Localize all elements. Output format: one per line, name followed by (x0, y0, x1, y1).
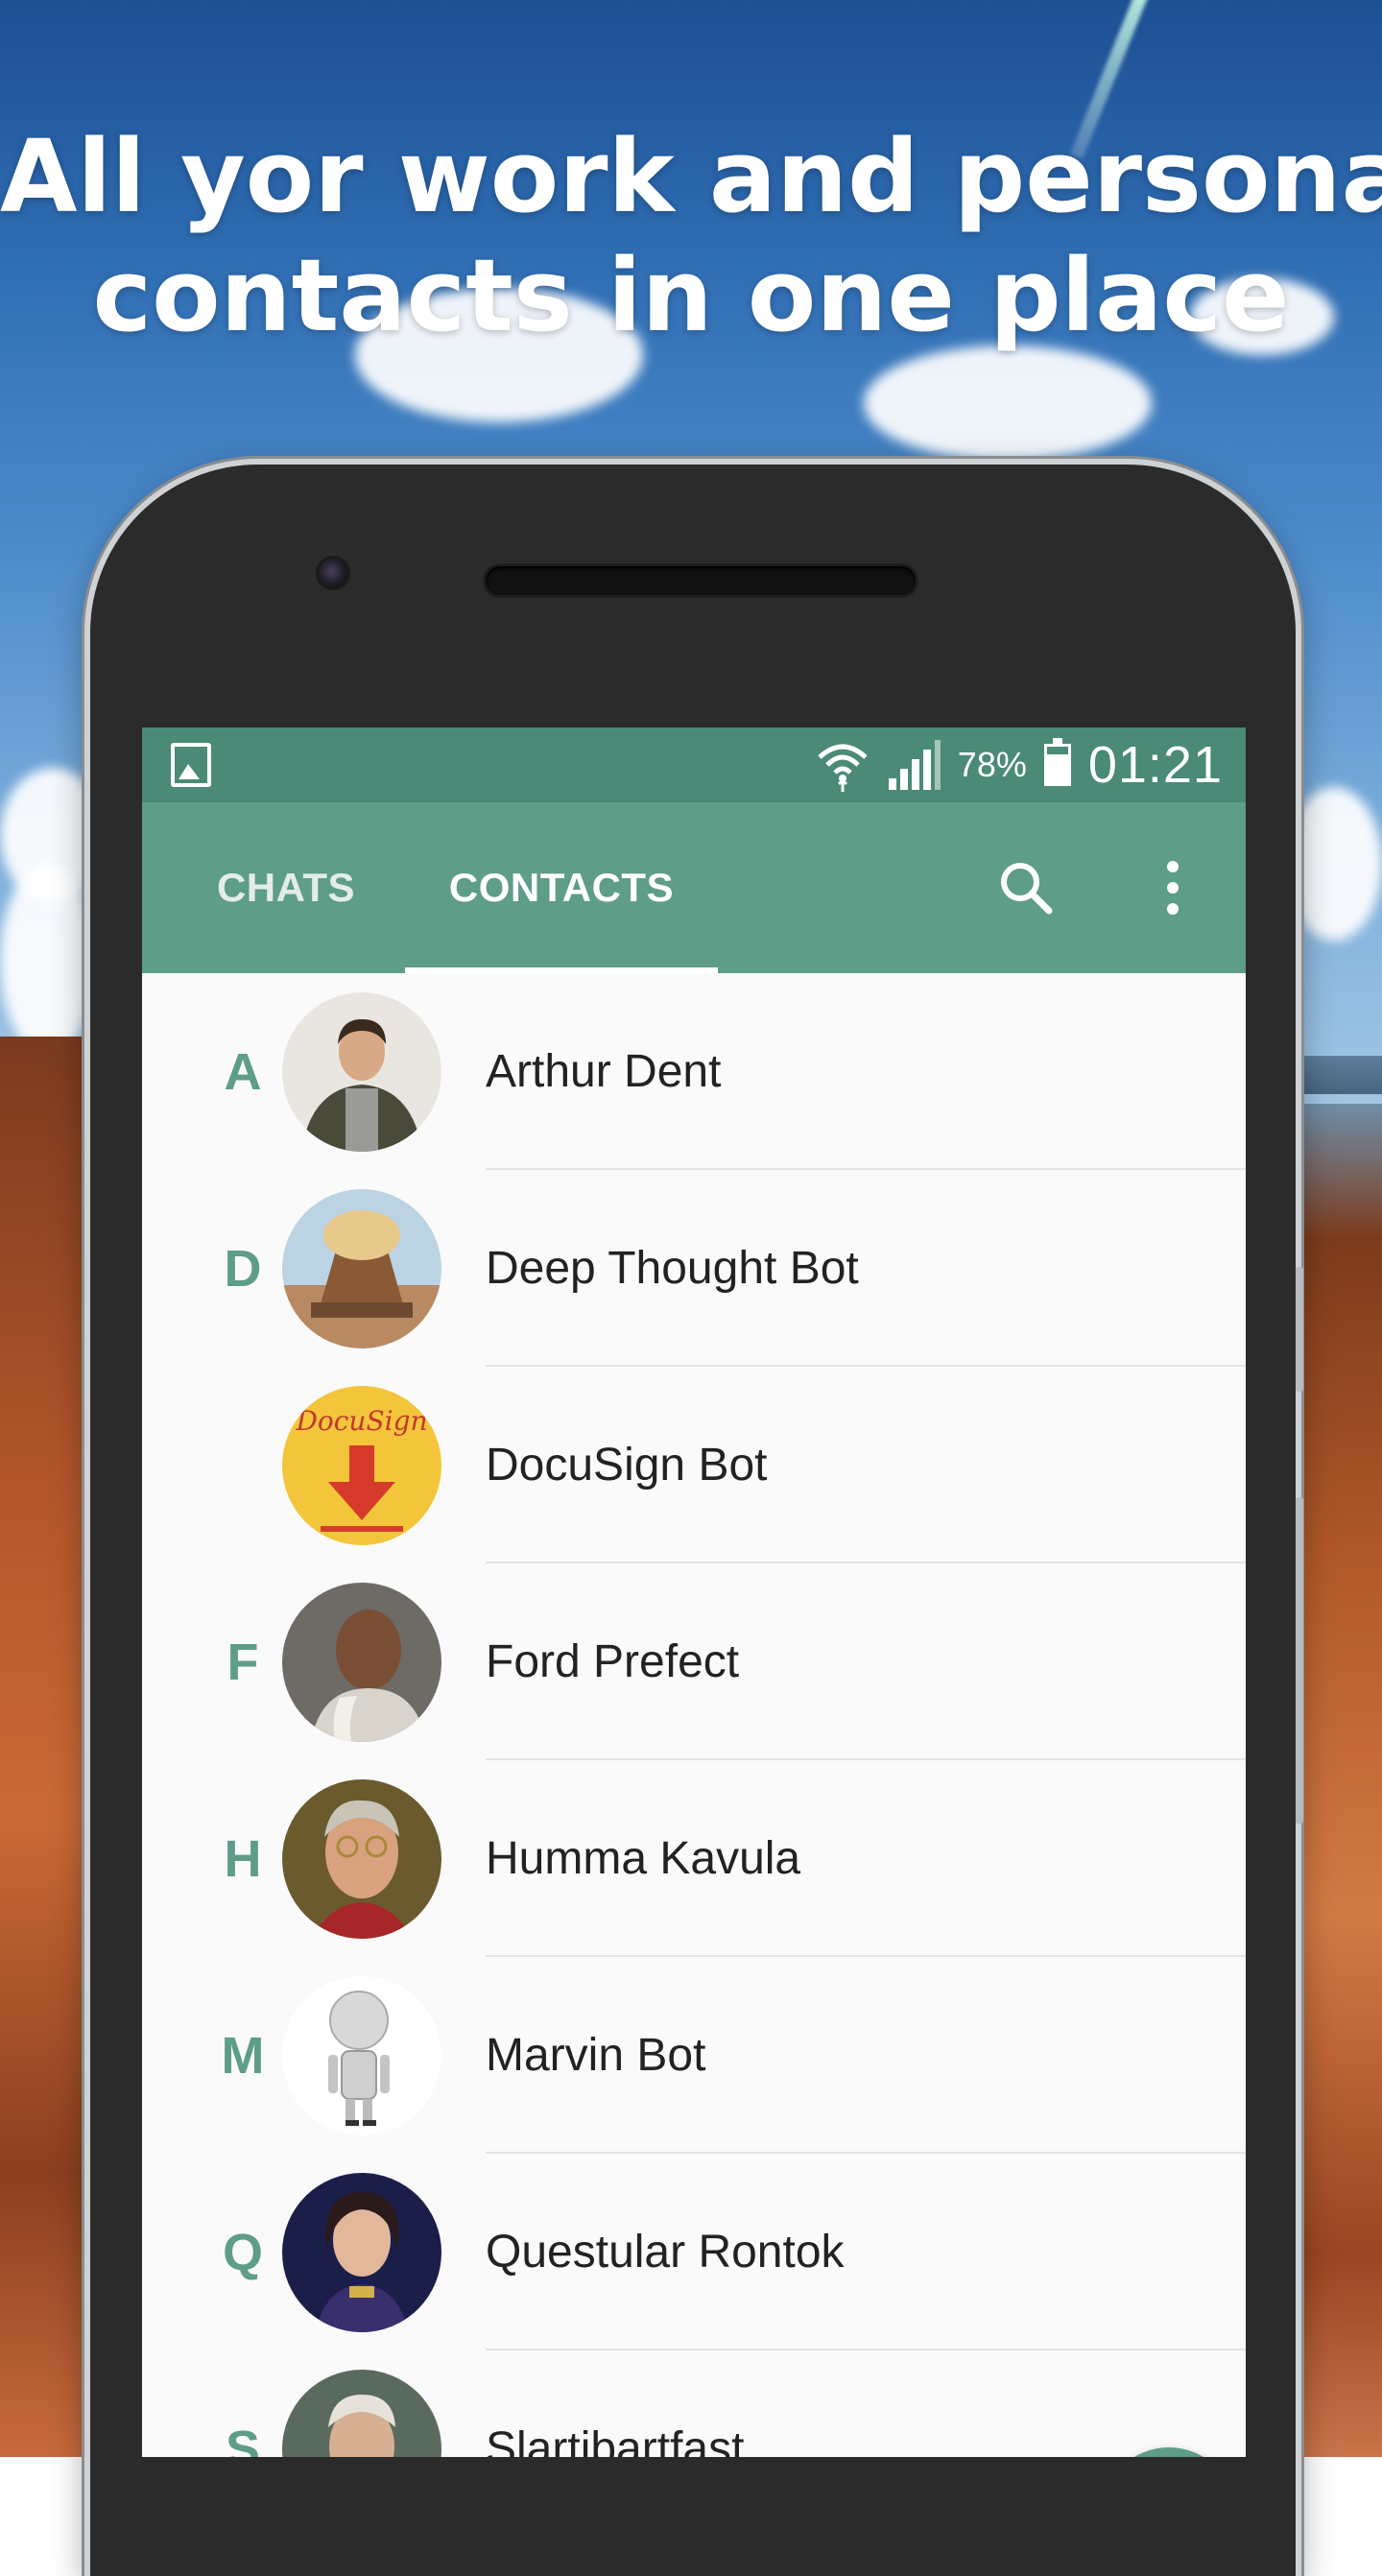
earpiece-speaker (486, 566, 916, 595)
contact-name: Slartibartfast (486, 2423, 745, 2457)
avatar-arthur-dent (282, 992, 441, 1152)
contact-row[interactable]: DocuSign DocuSign Bot (142, 1367, 1246, 1563)
headline-line-1: All yor work and personal (0, 118, 1382, 235)
contact-name: Arthur Dent (486, 1046, 722, 1097)
contact-name: Marvin Bot (486, 2030, 706, 2081)
avatar-ford-prefect (282, 1583, 441, 1742)
avatar-deep-thought-bot (282, 1189, 441, 1348)
contact-row[interactable]: M Marvin Bot (142, 1957, 1246, 2154)
phone-side-button (1296, 1267, 1303, 1392)
status-bar: 78% 01:21 (142, 727, 1246, 802)
headline: All yor work and personal contacts in on… (0, 117, 1382, 355)
cloud (1286, 787, 1382, 941)
battery-percentage: 78% (957, 745, 1027, 784)
contact-name: Questular Rontok (486, 2227, 845, 2278)
avatar-humma-kavula (282, 1779, 441, 1939)
signal-icon (888, 740, 941, 790)
avatar-marvin-bot (282, 1976, 441, 2135)
headline-line-2: contacts in one place (92, 237, 1290, 354)
docusign-logo-text: DocuSign (295, 1405, 427, 1437)
cloud (0, 864, 96, 1056)
contact-row[interactable]: F Ford Prefect (142, 1563, 1246, 1760)
phone-volume-button (1296, 1497, 1303, 1824)
contact-row[interactable]: A Arthur Dent (142, 973, 1246, 1170)
contact-name: Humma Kavula (486, 1833, 801, 1884)
contact-row[interactable]: Q Questular Rontok (142, 2154, 1246, 2350)
tab-chats[interactable]: CHATS (180, 802, 392, 973)
search-icon (1001, 863, 1053, 915)
status-clock: 01:21 (1087, 736, 1223, 794)
contact-name: DocuSign Bot (486, 1440, 768, 1491)
tab-contacts[interactable]: CONTACTS (405, 802, 718, 973)
contact-name: Deep Thought Bot (486, 1243, 859, 1294)
more-vert-icon (1167, 861, 1179, 915)
contact-list: A Arthur Dent D Deep Thought Bot DocuSig… (142, 973, 1246, 2457)
contact-name: Ford Prefect (486, 1636, 740, 1687)
contact-row[interactable]: D Deep Thought Bot (142, 1170, 1246, 1367)
status-icons: 78% 01:21 (816, 727, 1223, 802)
gallery-icon (171, 743, 211, 787)
wifi-icon (818, 744, 868, 792)
cloud (864, 346, 1152, 461)
contact-row[interactable]: S Slartibartfast (142, 2350, 1246, 2457)
avatar-docusign-bot: DocuSign (282, 1386, 441, 1545)
app-bar: CHATS CONTACTS (142, 802, 1246, 973)
more-options-button[interactable] (1130, 845, 1216, 931)
avatar-questular-rontok (282, 2173, 441, 2332)
contact-row[interactable]: H Humma Kavula (142, 1760, 1246, 1957)
search-button[interactable] (983, 845, 1069, 931)
phone-screen: 78% 01:21 CHATS CONTACTS A Arthur Dent D… (142, 727, 1246, 2457)
battery-icon (1043, 738, 1071, 786)
front-camera (319, 559, 347, 587)
